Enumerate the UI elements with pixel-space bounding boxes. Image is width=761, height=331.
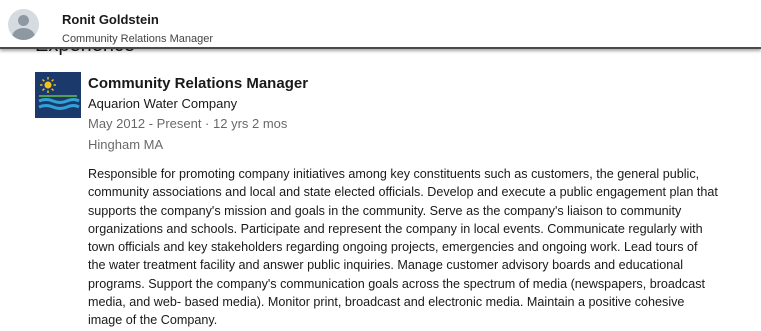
description-line: media, and web- based media). Monitor pr… [88, 295, 685, 310]
description-line: the water treatment facility and answer … [88, 258, 684, 273]
profile-name[interactable]: Ronit Goldstein [62, 12, 159, 27]
job-title: Community Relations Manager [88, 75, 309, 92]
company-logo[interactable] [35, 72, 81, 118]
description-line: supports the company's mission and goals… [88, 203, 682, 218]
aquarion-logo [35, 72, 81, 118]
description-line: Responsible for promoting company initia… [88, 167, 700, 181]
profile-headline: Community Relations Manager [62, 33, 214, 45]
employment-dates: May 2012 - Present · 12 yrs 2 mos [88, 116, 288, 131]
person-icon-body [12, 28, 35, 40]
description-line: organizations and schools. Participate a… [88, 221, 703, 236]
job-location: Hingham MA [88, 137, 164, 152]
avatar[interactable] [8, 9, 39, 40]
person-icon [18, 15, 29, 26]
job-description: Responsible for promoting company initia… [88, 165, 756, 330]
profile-sticky-header: Ronit Goldstein Community Relations Mana… [0, 0, 761, 49]
description-line: community associations and local and sta… [88, 185, 718, 200]
company-name[interactable]: Aquarion Water Company [88, 96, 237, 111]
description-line: town officials and key stakeholders rega… [88, 240, 698, 255]
description-line: programs. Support the company's communic… [88, 276, 705, 291]
description-line: image of the Company. [88, 313, 218, 328]
